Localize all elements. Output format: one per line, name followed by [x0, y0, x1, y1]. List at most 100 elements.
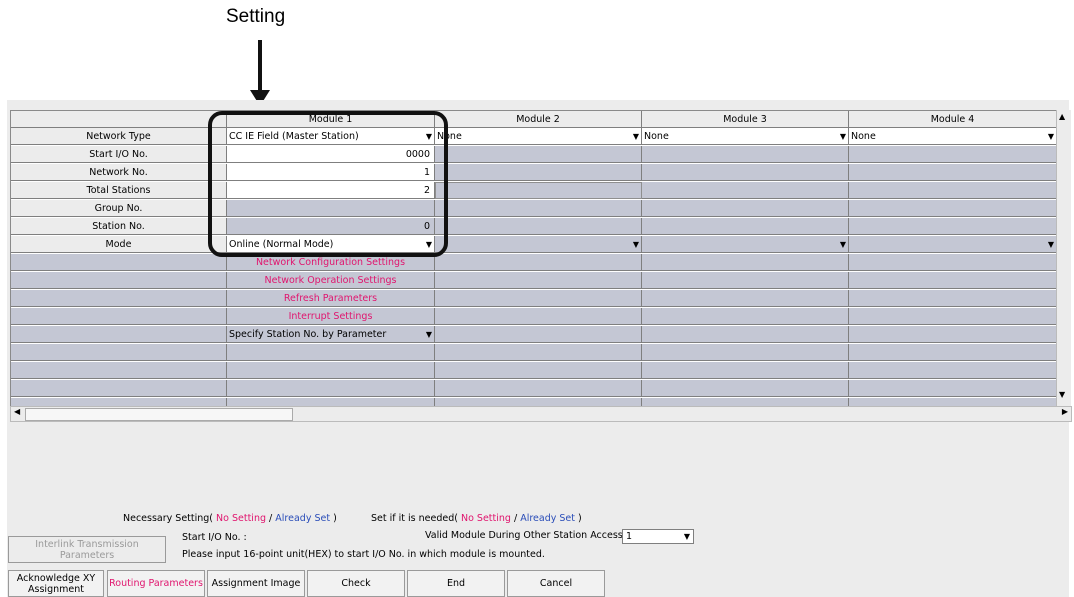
- hint-text: Please input 16-point unit(HEX) to start…: [182, 549, 545, 560]
- empty-cell: [849, 344, 1057, 361]
- row-label-start-io: Start I/O No.: [11, 146, 227, 163]
- network-operation-settings-link[interactable]: Network Operation Settings: [227, 272, 435, 289]
- interrupt-settings-link[interactable]: Interrupt Settings: [227, 308, 435, 325]
- legend-necessary: Necessary Setting( No Setting / Already …: [123, 513, 337, 524]
- scroll-up-icon[interactable]: ▲: [1059, 112, 1065, 121]
- network-type-value: None: [851, 131, 876, 142]
- empty-cell: [11, 254, 227, 271]
- mode-select-module-4[interactable]: ▼: [849, 236, 1057, 253]
- empty-cell: [435, 254, 642, 271]
- assignment-image-button[interactable]: Assignment Image: [207, 570, 305, 597]
- legend-separator: /: [513, 513, 518, 524]
- horizontal-scrollbar[interactable]: ◀ ▶: [10, 406, 1072, 422]
- empty-cell: [11, 308, 227, 325]
- empty-cell: [11, 290, 227, 307]
- table-row: Mode Online (Normal Mode) ▼ ▼ ▼ ▼: [11, 236, 1057, 254]
- table-row: [11, 380, 1057, 398]
- empty-cell: [849, 326, 1057, 343]
- empty-cell: [642, 380, 849, 397]
- empty-cell: [435, 326, 642, 343]
- end-button[interactable]: End: [407, 570, 505, 597]
- valid-module-label: Valid Module During Other Station Access: [425, 530, 623, 541]
- empty-cell: [11, 326, 227, 343]
- empty-cell: [642, 164, 849, 181]
- chevron-down-icon[interactable]: ▼: [840, 236, 846, 252]
- empty-cell: [849, 272, 1057, 289]
- empty-cell: [642, 362, 849, 379]
- empty-cell: [642, 182, 849, 199]
- empty-cell: [435, 380, 642, 397]
- chevron-down-icon[interactable]: ▼: [840, 128, 846, 144]
- scroll-down-icon[interactable]: ▼: [1059, 390, 1065, 399]
- chevron-down-icon[interactable]: ▼: [426, 326, 432, 342]
- table-row: Network Type CC IE Field (Master Station…: [11, 128, 1057, 146]
- corner-cell: [11, 111, 227, 128]
- mode-select-module-2[interactable]: ▼: [435, 236, 642, 253]
- table-row: Interrupt Settings: [11, 308, 1057, 326]
- valid-module-value: 1: [626, 531, 633, 542]
- empty-cell: [435, 344, 642, 361]
- empty-cell: [642, 308, 849, 325]
- header-module-4: Module 4: [849, 111, 1057, 128]
- start-io-info-label: Start I/O No. :: [182, 532, 247, 543]
- empty-cell: [11, 344, 227, 361]
- vertical-scrollbar[interactable]: ▲ ▼: [1056, 110, 1071, 406]
- module-parameter-grid: Module 1 Module 2 Module 3 Module 4 Netw…: [10, 110, 1058, 408]
- row-label-group-no: Group No.: [11, 200, 227, 217]
- legend-close: ): [333, 513, 337, 524]
- legend-no-setting: No Setting: [216, 513, 267, 524]
- table-row: Specify Station No. by Parameter ▼: [11, 326, 1057, 344]
- row-label-network-no: Network No.: [11, 164, 227, 181]
- empty-cell: [435, 290, 642, 307]
- chevron-down-icon[interactable]: ▼: [684, 530, 690, 544]
- empty-cell: [849, 182, 1057, 199]
- empty-cell: [227, 380, 435, 397]
- row-label-station-no: Station No.: [11, 218, 227, 235]
- empty-cell: [849, 308, 1057, 325]
- network-type-select-module-2[interactable]: None ▼: [435, 128, 642, 145]
- table-row: Start I/O No. 0000: [11, 146, 1057, 164]
- empty-cell: [849, 146, 1057, 163]
- table-row: Network Configuration Settings: [11, 254, 1057, 272]
- header-row: Module 1 Module 2 Module 3 Module 4: [11, 111, 1057, 129]
- empty-cell: [435, 164, 642, 181]
- scroll-right-icon[interactable]: ▶: [1062, 407, 1068, 416]
- refresh-parameters-link[interactable]: Refresh Parameters: [227, 290, 435, 307]
- empty-cell: [642, 254, 849, 271]
- scroll-left-icon[interactable]: ◀: [14, 407, 20, 416]
- empty-cell: [435, 308, 642, 325]
- empty-cell: [642, 200, 849, 217]
- chevron-down-icon[interactable]: ▼: [1048, 128, 1054, 144]
- empty-cell: [849, 362, 1057, 379]
- cancel-button[interactable]: Cancel: [507, 570, 605, 597]
- row-label-network-type: Network Type: [11, 128, 227, 145]
- interlink-transmission-parameters-button[interactable]: Interlink Transmission Parameters: [8, 536, 166, 563]
- table-row: Network No. 1: [11, 164, 1057, 182]
- empty-cell: [435, 182, 642, 199]
- chevron-down-icon[interactable]: ▼: [633, 236, 639, 252]
- valid-module-select[interactable]: 1 ▼: [622, 529, 694, 544]
- check-button[interactable]: Check: [307, 570, 405, 597]
- legend-necessary-label: Necessary Setting(: [123, 513, 214, 524]
- mode-select-module-3[interactable]: ▼: [642, 236, 849, 253]
- empty-cell: [435, 272, 642, 289]
- row-label-total-stations: Total Stations: [11, 182, 227, 199]
- network-type-select-module-4[interactable]: None ▼: [849, 128, 1057, 145]
- empty-cell: [435, 200, 642, 217]
- routing-parameters-button[interactable]: Routing Parameters: [107, 570, 205, 597]
- row-label-mode: Mode: [11, 236, 227, 253]
- empty-cell: [849, 254, 1057, 271]
- station-spec-select-module-1[interactable]: Specify Station No. by Parameter ▼: [227, 326, 435, 343]
- chevron-down-icon[interactable]: ▼: [633, 128, 639, 144]
- legend-already-set: Already Set: [275, 513, 331, 524]
- chevron-down-icon[interactable]: ▼: [1048, 236, 1054, 252]
- empty-cell: [227, 344, 435, 361]
- table-row: Network Operation Settings: [11, 272, 1057, 290]
- empty-cell: [435, 146, 642, 163]
- acknowledge-xy-assignment-button[interactable]: Acknowledge XY Assignment: [8, 570, 104, 597]
- scroll-thumb[interactable]: [25, 408, 293, 421]
- empty-cell: [435, 362, 642, 379]
- legend-no-setting: No Setting: [460, 513, 511, 524]
- empty-cell: [642, 146, 849, 163]
- network-type-select-module-3[interactable]: None ▼: [642, 128, 849, 145]
